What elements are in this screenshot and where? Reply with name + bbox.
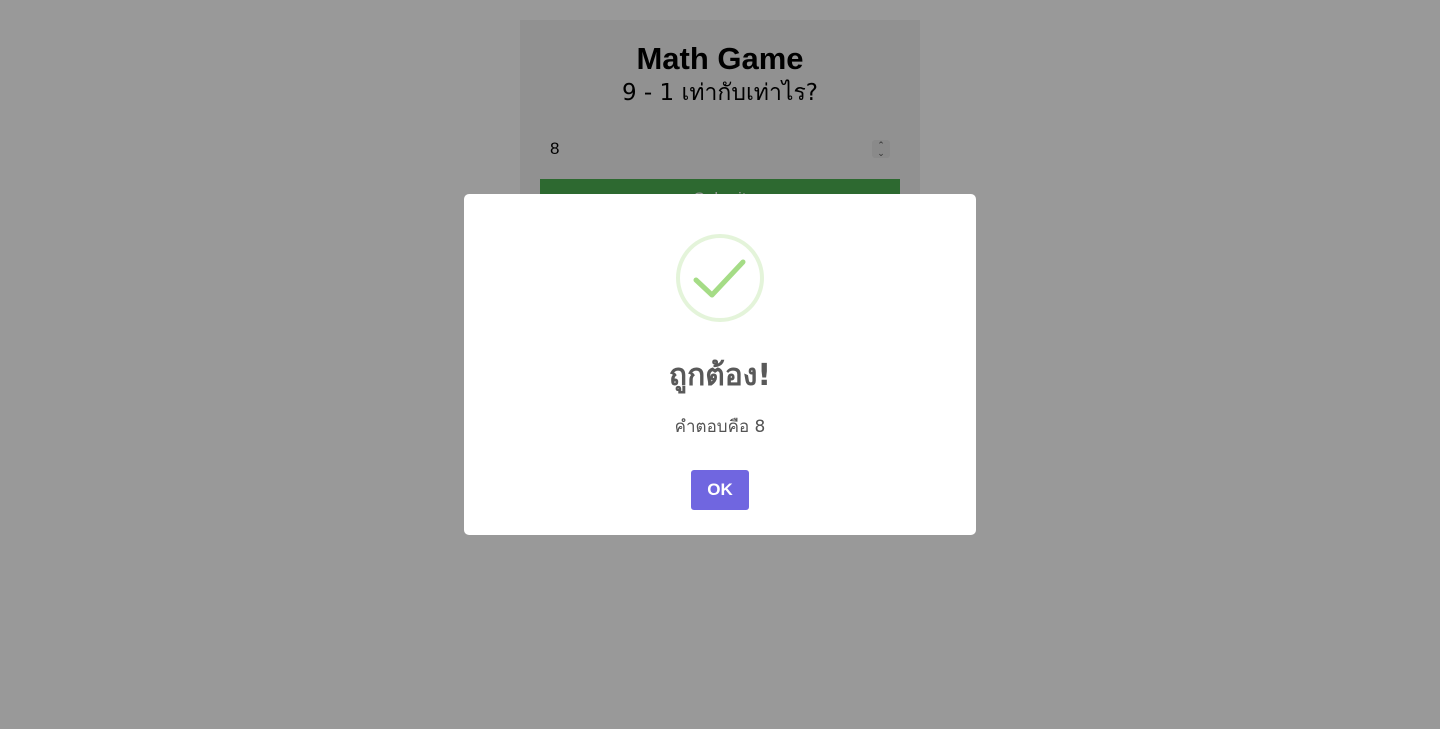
success-dialog: ถูกต้อง! คำตอบคือ 8 OK xyxy=(464,194,976,535)
dialog-title: ถูกต้อง! xyxy=(668,358,772,393)
check-icon xyxy=(676,234,764,322)
dialog-message: คำตอบคือ 8 xyxy=(674,417,766,437)
ok-button[interactable]: OK xyxy=(691,470,749,510)
